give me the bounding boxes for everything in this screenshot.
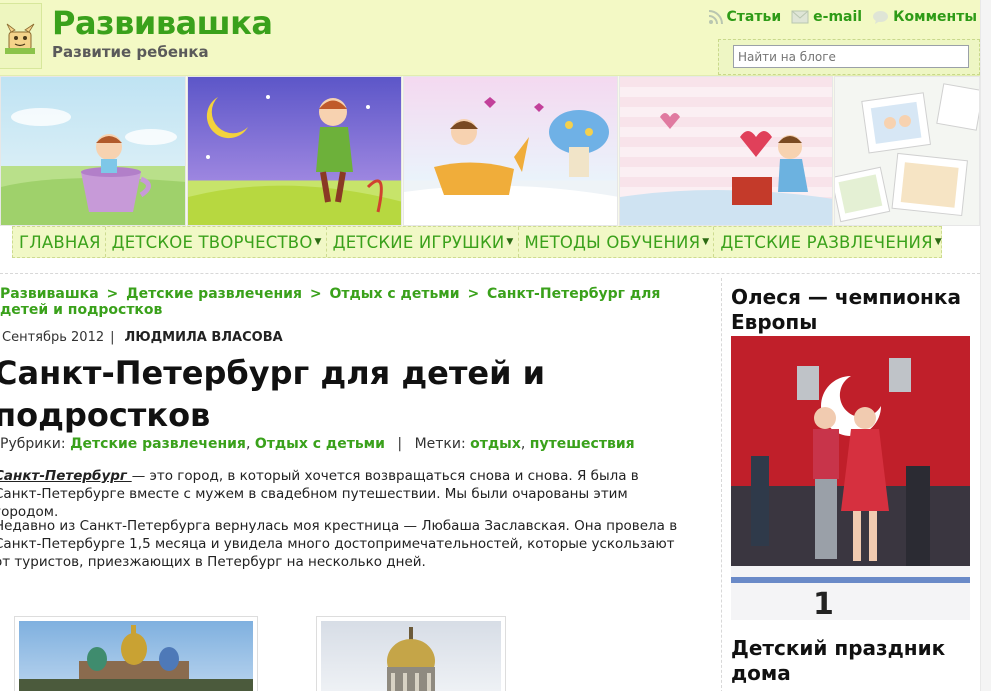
banner-panel xyxy=(187,76,402,226)
banner-illustration xyxy=(404,97,617,225)
mail-icon xyxy=(791,10,809,24)
banner-panel xyxy=(619,76,833,226)
breadcrumb-category[interactable]: Детские развлечения xyxy=(126,286,302,302)
divider xyxy=(0,273,980,274)
category-link[interactable]: Детские развлечения xyxy=(70,436,246,452)
meta-separator: | xyxy=(397,436,403,452)
site-header: Развивашка Развитие ребенка Статьи e-mai… xyxy=(0,0,991,76)
nav-item-home[interactable]: ГЛАВНАЯ xyxy=(13,227,106,257)
banner-panel xyxy=(0,76,186,226)
post-paragraph: Недавно из Санкт-Петербурга вернулась мо… xyxy=(0,518,678,570)
champion-photo[interactable]: 1 xyxy=(731,336,970,620)
site-title[interactable]: Развивашка xyxy=(52,4,273,42)
nav-item-label: ДЕТСКОЕ ТВОРЧЕСТВО xyxy=(111,232,313,252)
scrollbar[interactable] xyxy=(980,0,991,691)
tag-link[interactable]: отдых xyxy=(470,436,521,452)
nav-item-toys[interactable]: ДЕТСКИЕ ИГРУШКИ ▼ xyxy=(327,227,519,257)
email-link-label: e-mail xyxy=(813,9,863,25)
nav-item-methods[interactable]: МЕТОДЫ ОБУЧЕНИЯ ▼ xyxy=(519,227,715,257)
banner-illustration xyxy=(835,83,979,223)
category-link[interactable]: Отдых с детьми xyxy=(255,436,385,452)
sidebar-divider xyxy=(721,278,722,691)
chevron-down-icon: ▼ xyxy=(702,237,710,247)
comments-link-label: Комменты xyxy=(893,9,977,25)
search-input[interactable] xyxy=(733,45,969,68)
header-banner xyxy=(0,76,980,226)
nav-item-entertainment[interactable]: ДЕТСКИЕ РАЗВЛЕЧЕНИЯ ▼ xyxy=(714,227,946,257)
banner-panel xyxy=(403,76,618,226)
rss-link[interactable]: Статьи xyxy=(708,9,782,25)
banner-illustration xyxy=(1,108,185,225)
banner-panel xyxy=(834,76,980,226)
tags-label: Метки: xyxy=(414,436,466,452)
nav-item-label: ГЛАВНАЯ xyxy=(19,232,101,252)
breadcrumb-separator: > xyxy=(309,286,322,302)
widget-title-champion[interactable]: Олеся — чемпионка Европы xyxy=(731,285,971,335)
post-author[interactable]: ЛЮДМИЛА ВЛАСОВА xyxy=(125,330,283,345)
rss-icon xyxy=(708,9,723,24)
email-link[interactable]: e-mail xyxy=(791,9,862,25)
spb-link[interactable]: Санкт-Петербург xyxy=(0,468,132,484)
site-subtitle: Развитие ребенка xyxy=(52,43,209,61)
post-meta: Сентябрь 2012 | ЛЮДМИЛА ВЛАСОВА xyxy=(2,330,283,345)
post-photo[interactable] xyxy=(316,616,506,691)
banner-illustration xyxy=(188,95,401,225)
logo[interactable] xyxy=(0,3,42,69)
nav-item-label: МЕТОДЫ ОБУЧЕНИЯ xyxy=(524,232,701,252)
breadcrumb-separator: > xyxy=(467,286,480,302)
post-photo[interactable] xyxy=(14,616,258,691)
tag-link[interactable]: путешествия xyxy=(530,436,635,452)
chevron-down-icon: ▼ xyxy=(934,237,942,247)
banner-illustration xyxy=(620,113,832,225)
widget-title-party[interactable]: Детский праздник дома xyxy=(731,636,971,686)
comments-icon xyxy=(873,10,889,24)
comments-link[interactable]: Комменты xyxy=(872,9,977,25)
rss-link-label: Статьи xyxy=(726,9,782,25)
breadcrumb-separator: > xyxy=(106,286,119,302)
nav-item-label: ДЕТСКИЕ РАЗВЛЕЧЕНИЯ xyxy=(720,232,933,252)
champion-photo-image: 1 xyxy=(731,336,970,620)
main-nav: ГЛАВНАЯ ДЕТСКОЕ ТВОРЧЕСТВО ▼ ДЕТСКИЕ ИГР… xyxy=(12,226,942,258)
breadcrumb-home[interactable]: Развивашка xyxy=(0,286,99,302)
church-photo xyxy=(19,625,253,691)
search-box xyxy=(718,39,980,75)
breadcrumb: Развивашка > Детские развлечения > Отдых… xyxy=(0,286,690,318)
svg-text:1: 1 xyxy=(813,587,834,620)
post-paragraph: Санкт-Петербург — это город, в который х… xyxy=(0,467,684,521)
breadcrumb-subcategory[interactable]: Отдых с детьми xyxy=(329,286,459,302)
categories-label: Рубрики: xyxy=(0,436,66,452)
top-links: Статьи e-mail Комменты xyxy=(708,9,977,25)
nav-item-creativity[interactable]: ДЕТСКОЕ ТВОРЧЕСТВО ▼ xyxy=(106,227,327,257)
post-date: Сентябрь 2012 xyxy=(2,330,105,345)
logo-icon xyxy=(5,23,35,54)
chevron-down-icon: ▼ xyxy=(314,237,322,247)
meta-separator: | xyxy=(110,330,115,345)
post-categories: Рубрики: Детские развлечения, Отдых с де… xyxy=(0,436,635,452)
nav-item-label: ДЕТСКИЕ ИГРУШКИ xyxy=(332,232,505,252)
page-title: Санкт-Петербург для детей и подростков xyxy=(0,354,546,434)
chevron-down-icon: ▼ xyxy=(506,237,514,247)
cathedral-photo xyxy=(387,627,435,691)
